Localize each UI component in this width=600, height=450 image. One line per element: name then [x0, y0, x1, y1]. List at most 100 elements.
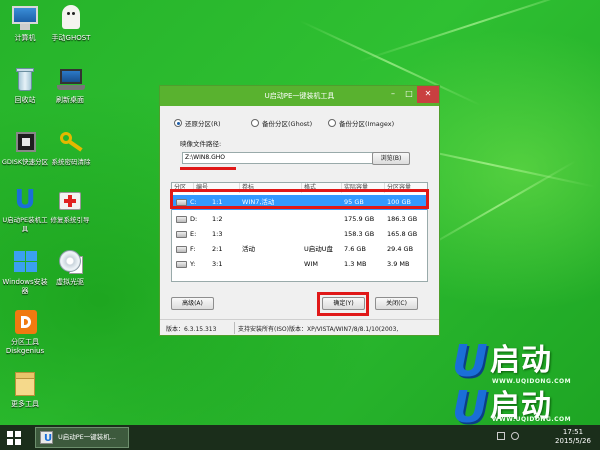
u-start-icon: U — [14, 185, 36, 215]
close-window-button[interactable]: ✕ — [417, 86, 439, 103]
pe-install-dialog: U启动PE一键装机工具 – □ ✕ 还原分区(R) 备份分区(Ghost) 备份… — [159, 85, 440, 336]
computer-icon — [10, 4, 40, 32]
radio-label: 还原分区(R) — [185, 120, 221, 128]
ghost-icon — [56, 4, 86, 32]
logo-letter: U — [452, 336, 488, 387]
table-row[interactable]: Y: 3:1 WIM 1.3 MB 3.9 MB — [172, 257, 427, 272]
desktop-icon-more-tools[interactable]: 更多工具 — [0, 370, 50, 409]
windows-logo-icon — [7, 431, 13, 437]
windows-logo-icon — [7, 439, 13, 445]
desktop-icon-refresh[interactable]: 刷新桌面 — [45, 66, 95, 105]
annotation-underline — [180, 167, 236, 170]
repair-kit-icon — [55, 186, 85, 214]
desktop-icon-recycle-bin[interactable]: 回收站 — [0, 66, 50, 105]
u-start-icon: U — [40, 431, 53, 444]
annotation-highlight-ok — [317, 292, 369, 316]
taskbar-app-button[interactable]: U U启动PE一键装机... — [35, 427, 129, 448]
browse-button[interactable]: 浏览(B) — [372, 152, 410, 165]
cell-used: 1.3 MB — [344, 260, 367, 268]
desktop-icon-label: 更多工具 — [11, 400, 39, 408]
cell-drive: D: — [190, 215, 198, 223]
desktop-icon-repair-boot[interactable]: 修复系统引导 — [45, 186, 95, 225]
cell-label: 活动 — [242, 245, 255, 253]
radio-backup-ghost[interactable]: 备份分区(Ghost) — [251, 118, 312, 128]
desktop-icon-label: 刷新桌面 — [56, 96, 84, 104]
volume-icon[interactable] — [511, 432, 519, 440]
clock-date: 2015/5/26 — [555, 437, 591, 445]
maximize-button[interactable]: □ — [401, 86, 417, 103]
logo-letter: U — [452, 382, 488, 426]
desktop-icon-label: 回收站 — [14, 96, 36, 104]
desktop-icon-label: 手动GHOST — [51, 34, 91, 42]
support-text: 支持安装所有(ISO)版本：XP/VISTA/WIN7/8/8.1/10(200… — [238, 326, 399, 333]
cell-fs: U启动U盘 — [304, 245, 334, 253]
desktop-icon-windows-installer[interactable]: Windows安装器 — [0, 248, 50, 296]
desktop-icon-manual-ghost[interactable]: 手动GHOST — [45, 4, 97, 43]
table-row[interactable]: E: 1:3 158.3 GB 165.8 GB — [172, 227, 427, 242]
desktop-icon-label: 计算机 — [14, 34, 36, 42]
status-divider — [234, 322, 235, 334]
cell-drive: Y: — [190, 260, 196, 268]
desktop-icon-diskgenius[interactable]: 分区工具Diskgenius — [0, 308, 50, 356]
table-row[interactable]: F: 2:1 活动 U启动U盘 7.6 GB 29.4 GB — [172, 242, 427, 257]
image-path-combobox[interactable]: Z:\WIN8.GHO ▼ — [182, 152, 386, 164]
radio-backup-imagex[interactable]: 备份分区(Imagex) — [328, 118, 394, 128]
hard-drive-icon — [176, 216, 187, 223]
minimize-button[interactable]: – — [385, 86, 401, 103]
taskbar: U U启动PE一键装机... 17:51 2015/5/26 — [0, 425, 600, 450]
folder-icon — [10, 370, 40, 398]
advanced-button[interactable]: 高级(A) — [171, 297, 214, 310]
system-tray[interactable] — [495, 429, 525, 445]
wallpaper-streak — [419, 160, 577, 252]
radio-restore-partition[interactable]: 还原分区(R) — [174, 118, 221, 128]
desktop: 计算机 手动GHOST 回收站 刷新桌面 GDISK快速分区 系统密码清除 U … — [0, 0, 600, 425]
cell-num: 1:3 — [212, 230, 223, 238]
annotation-highlight-row — [170, 189, 429, 209]
logo-url: WWW.UQIDONG.COM — [492, 378, 572, 385]
cell-used: 158.3 GB — [344, 230, 375, 238]
radio-checked-icon[interactable] — [174, 119, 182, 127]
desktop-icon-u-start-pe[interactable]: U U启动PE装机工具 — [0, 186, 50, 234]
table-row[interactable]: D: 1:2 175.9 GB 186.3 GB — [172, 212, 427, 227]
logo-url: WWW.UQIDONG.COM — [492, 416, 572, 423]
cell-size: 165.8 GB — [387, 230, 418, 238]
desktop-icon-gdisk[interactable]: GDISK快速分区 — [0, 128, 50, 167]
windows-logo-icon — [15, 439, 21, 445]
logo-text: 启动 — [490, 343, 552, 378]
cell-num: 3:1 — [212, 260, 223, 268]
u-start-logo: U 启动 WWW.UQIDONG.COM — [452, 340, 597, 388]
dialog-titlebar[interactable]: U启动PE一键装机工具 – □ ✕ — [160, 86, 439, 106]
cell-size: 3.9 MB — [387, 260, 410, 268]
close-button[interactable]: 关闭(C) — [375, 297, 418, 310]
u-start-logo-secondary: U 启动 WWW.UQIDONG.COM — [452, 382, 597, 426]
windows-installer-icon — [10, 248, 40, 276]
hard-drive-icon — [176, 261, 187, 268]
desktop-icon-computer[interactable]: 计算机 — [0, 4, 50, 43]
desktop-icon-password-clear[interactable]: 系统密码清除 — [45, 128, 97, 167]
radio-unchecked-icon[interactable] — [328, 119, 336, 127]
desktop-icon-label: U启动PE装机工具 — [2, 216, 48, 233]
radio-label: 备份分区(Imagex) — [339, 120, 395, 128]
desktop-icon-virtual-drive[interactable]: 虚拟光驱 — [45, 248, 95, 287]
start-button[interactable] — [7, 431, 21, 445]
status-bar: 版本：6.3.15.313 支持安装所有(ISO)版本：XP/VISTA/WIN… — [160, 319, 439, 335]
recycle-bin-icon — [10, 66, 40, 94]
usb-drive-icon — [176, 246, 187, 253]
hard-drive-icon — [176, 231, 187, 238]
windows-logo-icon — [15, 431, 21, 437]
desktop-icon-label: 虚拟光驱 — [56, 278, 84, 286]
cell-drive: F: — [190, 245, 196, 253]
virtual-drive-icon — [55, 248, 85, 276]
cell-size: 186.3 GB — [387, 215, 418, 223]
desktop-icon-label: Windows安装器 — [2, 278, 48, 295]
cell-num: 2:1 — [212, 245, 223, 253]
wallpaper-streak — [359, 0, 589, 62]
diskgenius-icon — [10, 308, 40, 336]
cell-used: 175.9 GB — [344, 215, 375, 223]
clock-time: 17:51 — [562, 428, 584, 436]
clock[interactable]: 17:51 2015/5/26 — [548, 428, 598, 446]
cell-used: 7.6 GB — [344, 245, 366, 253]
network-icon[interactable] — [497, 432, 505, 440]
radio-unchecked-icon[interactable] — [251, 119, 259, 127]
key-icon — [56, 128, 86, 156]
